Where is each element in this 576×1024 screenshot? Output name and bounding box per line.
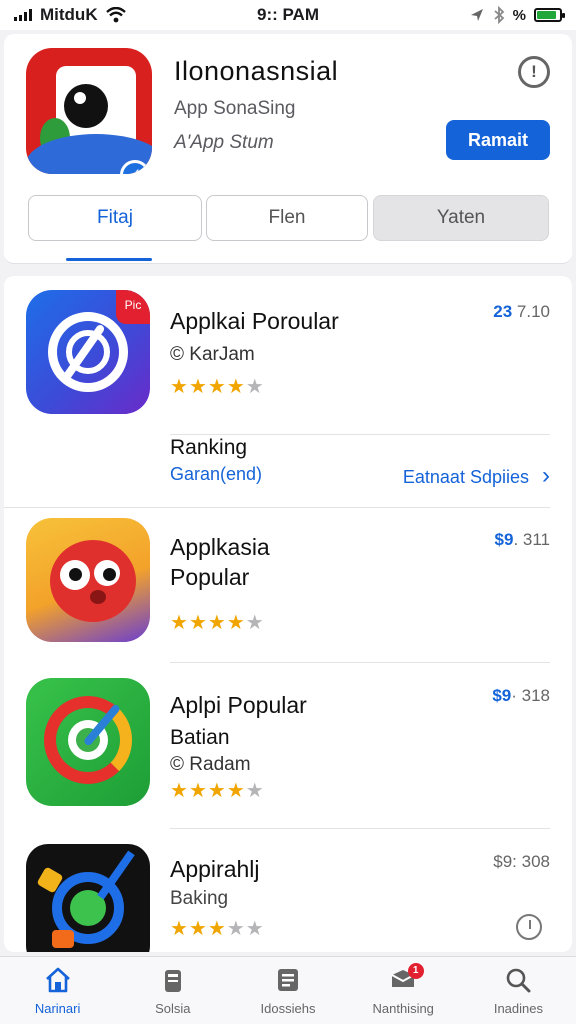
status-bar: MitduK 9:: PAM % <box>0 0 576 30</box>
featured-app-icon[interactable]: ✓ <box>26 48 152 174</box>
app-icon-dark-target[interactable] <box>26 844 150 952</box>
get-button[interactable]: Ramait <box>446 120 550 160</box>
star-icon: ★ <box>245 780 265 802</box>
star-rating: ★★★★★ <box>170 610 265 635</box>
app-icon-camera-ring[interactable]: Pic <box>26 290 150 414</box>
tab-label: Idossiehs <box>260 1001 316 1016</box>
home-icon <box>45 967 70 993</box>
app-icon-red-bird[interactable] <box>26 518 150 642</box>
battery-icon <box>534 8 565 22</box>
segment-tab-3[interactable]: Yaten <box>373 195 549 241</box>
tab-apps[interactable]: Solsia <box>115 957 230 1024</box>
list-item[interactable]: Applkasia Popular ★★★★★ $9. 311 <box>4 508 572 664</box>
star-icon: ★ <box>245 612 265 634</box>
segment-tab-2[interactable]: Flen <box>206 195 368 241</box>
featured-app-subtitle: App SonaSing <box>174 98 296 119</box>
chevron-right-icon: › <box>542 462 550 489</box>
info-icon[interactable]: ! <box>518 56 550 88</box>
star-icon: ★ <box>170 376 189 398</box>
tab-home[interactable]: Narinari <box>0 957 115 1024</box>
featured-app-title: Ilononasnsial <box>174 56 339 86</box>
app-developer: © KarJam <box>170 344 255 365</box>
star-icon: ★ <box>245 918 265 940</box>
clock-icon[interactable] <box>516 914 542 940</box>
star-icon: ★ <box>226 918 246 940</box>
app-price: $9. 311 <box>494 530 550 549</box>
bluetooth-icon <box>494 6 504 24</box>
tab-updates[interactable]: 1 Nanthising <box>346 957 461 1024</box>
tab-label: Solsia <box>155 1001 191 1016</box>
star-icon: ★ <box>207 780 227 802</box>
app-price: $9· 318 <box>492 686 550 705</box>
app-name-line-2: Popular <box>170 564 250 590</box>
star-icon: ★ <box>207 918 227 940</box>
segment-tab-1[interactable]: Fitaj <box>28 195 202 241</box>
featured-app-store-label: A'App Stum <box>174 132 274 153</box>
star-icon: ★ <box>188 612 208 634</box>
location-icon <box>470 9 483 21</box>
star-icon: ★ <box>226 376 246 398</box>
tab-label: Inadines <box>493 1001 543 1016</box>
list-item[interactable]: Appirahlj Baking ★★★★★ $9: 308 <box>4 830 572 952</box>
star-icon: ★ <box>245 376 265 398</box>
app-price: 23 7.10 <box>493 302 550 321</box>
star-icon: ★ <box>226 612 246 634</box>
apps-icon <box>164 970 181 992</box>
app-name-line-1: Applkasia <box>170 534 270 560</box>
tab-label: Narinari <box>34 1001 81 1016</box>
segment-active-indicator <box>66 258 152 261</box>
app-subtitle: Batian <box>170 726 230 749</box>
tab-search[interactable]: Inadines <box>461 957 576 1024</box>
ranking-link[interactable]: Garan(end) <box>170 464 262 485</box>
notification-badge: 1 <box>407 963 424 979</box>
star-rating: ★★★★★ <box>170 374 265 399</box>
ranking-title: Ranking <box>170 436 248 459</box>
list-item[interactable]: Aplpi Popular Batian © Radam ★★★★★ $9· 3… <box>4 664 572 830</box>
search-icon <box>507 968 531 993</box>
app-name: Appirahlj <box>170 856 260 882</box>
tab-list[interactable]: Idossiehs <box>230 957 345 1024</box>
see-all-link[interactable]: Eatnaat Sdpiies › <box>403 462 550 490</box>
app-list: Pic Applkai Poroular © KarJam ★★★★★ 23 7… <box>4 276 572 952</box>
carrier-label: MitduK <box>40 5 98 24</box>
star-icon: ★ <box>188 376 208 398</box>
wifi-icon <box>105 7 126 23</box>
list-item[interactable]: Pic Applkai Poroular © KarJam ★★★★★ 23 7… <box>4 276 572 508</box>
star-icon: ★ <box>170 612 189 634</box>
star-icon: ★ <box>188 918 208 940</box>
tab-label: Nanthising <box>372 1001 434 1016</box>
tab-bar: Narinari Solsia Idossiehs 1 Nanthising I… <box>0 956 576 1024</box>
featured-app-card: ✓ Ilononasnsial App SonaSing A'App Stum … <box>4 34 572 264</box>
star-rating: ★★★★★ <box>170 916 265 941</box>
app-name: Aplpi Popular <box>170 692 307 718</box>
star-icon: ★ <box>170 918 189 940</box>
star-icon: ★ <box>207 376 227 398</box>
status-time: 9:: PAM <box>256 5 319 24</box>
star-icon: ★ <box>188 780 208 802</box>
star-rating: ★★★★★ <box>170 778 265 803</box>
app-name: Applkai Poroular <box>170 308 339 334</box>
app-icon-green-target[interactable] <box>26 678 150 806</box>
app-subtitle: Baking <box>170 888 229 909</box>
star-icon: ★ <box>226 780 246 802</box>
status-percent: % <box>512 6 526 24</box>
star-icon: ★ <box>207 612 227 634</box>
app-price: $9: 308 <box>493 852 550 871</box>
star-icon: ★ <box>170 780 189 802</box>
list-icon <box>278 969 298 991</box>
signal-icon <box>14 9 32 21</box>
app-developer: © Radam <box>170 754 251 775</box>
corner-badge: Pic <box>116 290 150 324</box>
